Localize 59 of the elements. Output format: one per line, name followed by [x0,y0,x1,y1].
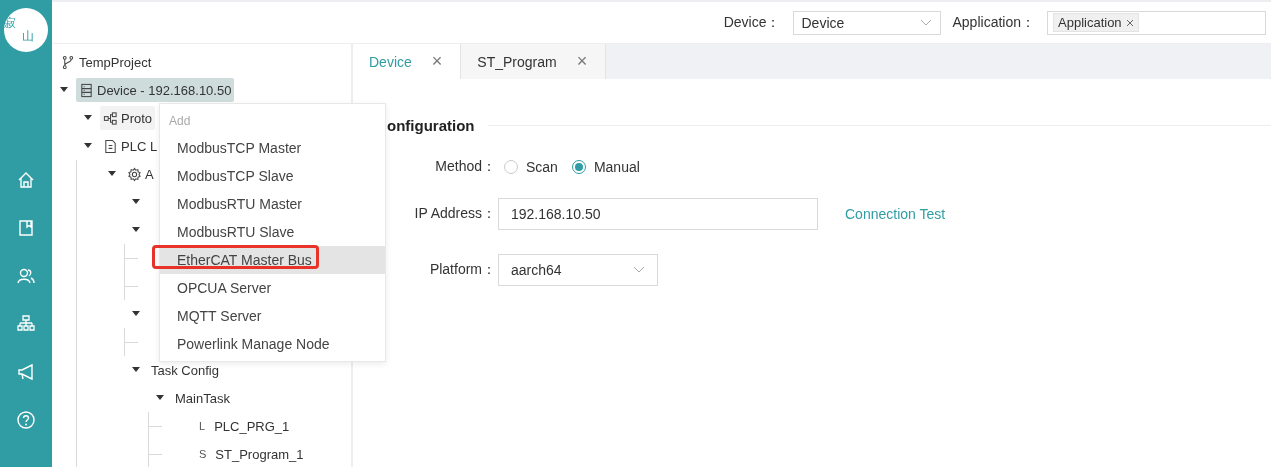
tree-item[interactable]: MainTask [172,386,233,410]
tree-item[interactable]: Device - 192.168.10.50 [76,78,235,102]
caret-icon[interactable] [60,87,68,93]
tree-item[interactable]: L PLC_PRG_1 [196,414,293,438]
branch-icon [61,54,76,70]
caret-icon[interactable] [132,227,140,233]
caret-icon[interactable] [108,171,116,177]
type-letter-icon: S [199,448,207,460]
radio-option[interactable]: Manual [571,159,640,175]
close-icon[interactable]: × [431,51,443,72]
menu-item[interactable]: OPCUA Server [160,274,385,302]
megaphone-icon[interactable] [16,362,36,382]
caret-icon[interactable] [84,143,92,149]
section-title: onfiguration [387,117,475,134]
caret-icon[interactable] [84,115,92,121]
network-icon [103,110,118,126]
menu-item[interactable]: ModbusRTU Master [160,190,385,218]
caret-icon[interactable] [156,395,164,401]
field-label: IP Address： [413,205,496,223]
tag: Application [1053,13,1139,32]
application-select[interactable]: Application [1047,10,1266,35]
chevron-down-icon [633,266,645,274]
close-icon[interactable]: × [576,51,588,72]
menu-item[interactable]: ModbusRTU Slave [160,218,385,246]
menu-header: Add [168,113,192,130]
book-icon[interactable] [16,218,36,238]
tree-item[interactable]: Task Config [148,358,222,382]
server-icon [79,82,94,98]
close-icon[interactable] [1125,18,1134,27]
field-label: Device： [723,13,781,32]
gear-icon [127,166,142,182]
sitemap-icon[interactable] [16,314,36,334]
tab[interactable]: Device × [353,44,462,79]
type-letter-icon: L [199,420,206,432]
caret-icon[interactable] [132,199,140,205]
chevron-down-icon [919,18,932,27]
home-icon[interactable] [16,170,36,190]
tree-item[interactable]: TempProject [58,50,155,74]
platform-select[interactable]: aarch64 [498,254,658,286]
menu-item[interactable]: ModbusTCP Slave [160,162,385,190]
tab[interactable]: ST_Program × [461,44,607,79]
caret-icon[interactable] [132,311,140,317]
menu-item[interactable]: Powerlink Manage Node [160,330,385,358]
caret-icon[interactable] [132,367,140,373]
ip-address-field[interactable]: 192.168.10.50 [498,198,818,230]
field-label: Method： [434,158,496,176]
tree-item[interactable]: PLC L [100,134,161,158]
field-label: Application： [952,13,1035,32]
help-icon[interactable] [16,410,36,430]
tree-item[interactable]: S ST_Program_1 [196,442,307,466]
tree-item[interactable]: Proto [100,106,156,130]
radio-option[interactable]: Scan [504,159,558,175]
document-icon [103,138,118,154]
users-icon[interactable] [16,266,36,286]
menu-item[interactable]: ModbusTCP Master [160,134,385,162]
menu-item[interactable]: MQTT Server [160,302,385,330]
tree-item[interactable]: A [124,162,157,186]
field-label: Platform： [428,261,496,279]
device-select[interactable]: Device [792,10,941,35]
